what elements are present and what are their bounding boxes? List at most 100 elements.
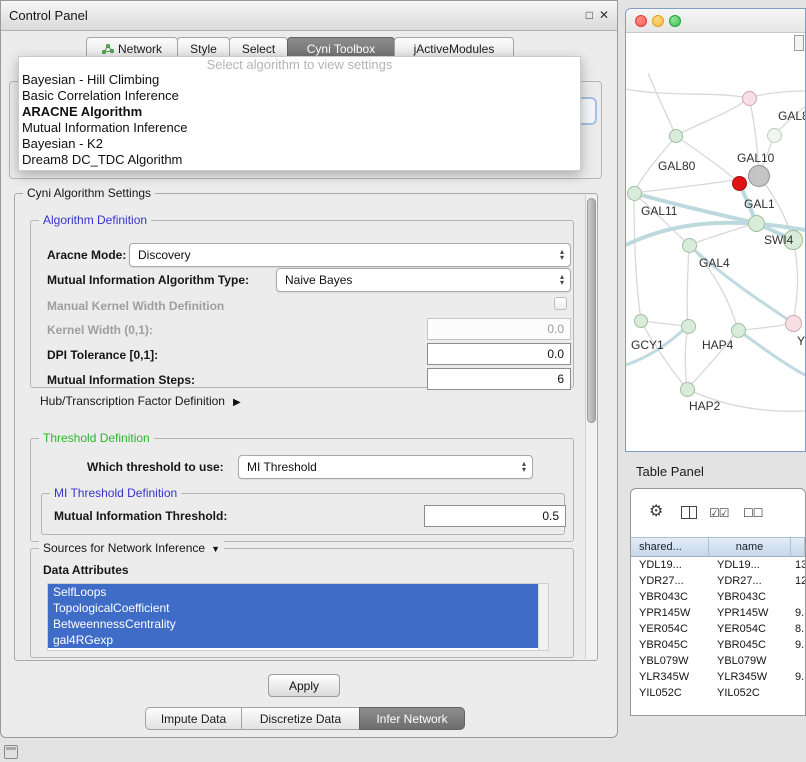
table-row[interactable]: YBL079W YBL079W [631, 653, 805, 669]
table-cell: YBL079W [631, 653, 709, 669]
tab-impute-data[interactable]: Impute Data [145, 707, 242, 730]
dpi-tolerance-input[interactable] [427, 343, 571, 365]
table-row[interactable]: YDL19... YDL19... 13 [631, 557, 805, 573]
network-node-label: GAL4 [699, 256, 730, 270]
tab-discretize-data[interactable]: Discretize Data [241, 707, 360, 730]
dropdown-item[interactable]: Mutual Information Inference [19, 120, 580, 136]
list-item-selected[interactable]: BetweennessCentrality [48, 616, 548, 632]
table-cell: YDR27... [709, 573, 791, 589]
combo-arrows-icon: ▴▾ [516, 461, 532, 473]
tab-label: Network [118, 42, 162, 56]
table-cell: YDL19... [631, 557, 709, 573]
settings-scrollbar[interactable] [585, 195, 597, 659]
table-cell: 8. [791, 621, 805, 637]
table-header-row: shared... name [631, 537, 805, 557]
mac-minimize-button[interactable] [652, 15, 664, 27]
hub-section-toggle[interactable]: Hub/Transcription Factor Definition▶ [40, 394, 241, 410]
table-panel-window: ⚙ ☑☑ ☐☐ shared... name YDL19... YDL19...… [630, 488, 806, 716]
network-node[interactable] [634, 314, 648, 328]
dropdown-item-highlighted[interactable]: ARACNE Algorithm [19, 104, 580, 120]
network-canvas[interactable]: GAL80 GAL10 GAL11 GAL1 SWI4 GAL4 GCY1 HA… [626, 33, 805, 451]
dropdown-item[interactable]: Bayesian - Hill Climbing [19, 72, 580, 88]
expand-right-icon: ▶ [233, 397, 241, 408]
network-node[interactable] [785, 315, 802, 332]
tab-label: Style [190, 42, 217, 56]
close-window-icon[interactable]: ✕ [599, 8, 609, 22]
dropdown-item[interactable]: Dream8 DC_TDC Algorithm [19, 152, 580, 168]
network-node-label: GAL80 [658, 159, 695, 173]
network-node[interactable] [627, 186, 642, 201]
combo-value: MI Threshold [247, 460, 317, 474]
mi-threshold-input[interactable] [424, 505, 566, 527]
network-node[interactable] [767, 128, 782, 143]
mi-steps-input[interactable] [427, 368, 571, 390]
gear-icon[interactable]: ⚙ [649, 501, 663, 521]
table-cell: 9. [791, 669, 805, 685]
network-node[interactable] [682, 238, 697, 253]
network-node[interactable] [731, 323, 746, 338]
table-cell: YBR045C [709, 637, 791, 653]
settings-group-title: Cyni Algorithm Settings [23, 186, 155, 200]
which-threshold-label: Which threshold to use: [87, 460, 224, 474]
data-attributes-label: Data Attributes [43, 563, 129, 577]
list-item-selected[interactable]: gal4RGexp [48, 632, 548, 648]
dropdown-item[interactable]: Basic Correlation Inference [19, 88, 580, 104]
column-header[interactable]: shared... [631, 538, 709, 558]
table-row[interactable]: YBR043C YBR043C [631, 589, 805, 605]
table-cell: YLR345W [709, 669, 791, 685]
combo-value: Discovery [138, 248, 191, 262]
cyni-settings-groupbox: Cyni Algorithm Settings Algorithm Defini… [14, 193, 598, 661]
table-row[interactable]: YBR045C YBR045C 9. [631, 637, 805, 653]
table-row[interactable]: YLR345W YLR345W 9. [631, 669, 805, 685]
apply-button[interactable]: Apply [268, 674, 340, 697]
tab-infer-network[interactable]: Infer Network [359, 707, 465, 730]
table-row[interactable]: YIL052C YIL052C [631, 685, 805, 701]
table-row[interactable]: YPR145W YPR145W 9. [631, 605, 805, 621]
network-node-label: SWI4 [764, 233, 793, 247]
table-row[interactable]: YDR27... YDR27... 12 [631, 573, 805, 589]
list-item-selected[interactable]: SelfLoops [48, 584, 548, 600]
float-window-icon[interactable]: □ [586, 8, 593, 22]
show-columns-icon[interactable] [681, 506, 697, 519]
settings-scrollbar-thumb[interactable] [587, 198, 596, 423]
sources-groupbox: Sources for Network Inference▼ Data Attr… [30, 548, 574, 658]
network-window-titlebar [626, 9, 805, 33]
list-scrollbar[interactable] [538, 584, 548, 650]
network-node-label: HAP2 [689, 399, 720, 413]
network-scrollbar-thumb[interactable] [794, 35, 804, 51]
network-node[interactable] [748, 215, 765, 232]
control-panel-window: Control Panel □ ✕ Network Style Select [0, 0, 618, 738]
network-node[interactable] [681, 319, 696, 334]
which-threshold-select[interactable]: MI Threshold ▴▾ [238, 455, 533, 479]
network-node[interactable] [680, 382, 695, 397]
table-cell: YLR345W [631, 669, 709, 685]
table-row[interactable]: YER054C YER054C 8. [631, 621, 805, 637]
network-node-selected[interactable] [732, 176, 747, 191]
sources-title-toggle[interactable]: Sources for Network Inference▼ [39, 541, 224, 555]
mac-zoom-button[interactable] [669, 15, 681, 27]
deselect-all-columns-icon[interactable]: ☐☐ [743, 506, 763, 520]
network-node-label: GCY1 [631, 338, 664, 352]
mac-close-button[interactable] [635, 15, 647, 27]
network-node[interactable] [748, 165, 770, 187]
dropdown-item[interactable]: Bayesian - K2 [19, 136, 580, 152]
network-node[interactable] [742, 91, 757, 106]
bottom-tabbar: Impute Data Discretize Data Infer Networ… [146, 707, 465, 730]
mi-threshold-title: MI Threshold Definition [50, 486, 181, 500]
expand-down-icon: ▼ [211, 544, 220, 554]
control-panel-title: Control Panel [9, 8, 88, 23]
minimized-panel-icon[interactable] [4, 745, 18, 759]
network-node[interactable] [669, 129, 683, 143]
column-header[interactable] [791, 538, 805, 558]
column-header[interactable]: name [709, 538, 791, 558]
tab-label: Select [242, 42, 275, 56]
network-node-label: GAL1 [744, 197, 775, 211]
list-item-selected[interactable]: TopologicalCoefficient [48, 600, 548, 616]
network-view-window: GAL80 GAL10 GAL11 GAL1 SWI4 GAL4 GCY1 HA… [625, 8, 806, 452]
table-cell: 12 [791, 573, 805, 589]
select-all-columns-icon[interactable]: ☑☑ [709, 506, 729, 520]
mi-type-select[interactable]: Naive Bayes ▴▾ [276, 268, 571, 292]
aracne-mode-select[interactable]: Discovery ▴▾ [129, 243, 571, 267]
table-cell [791, 589, 805, 605]
combo-arrows-icon: ▴▾ [554, 274, 570, 286]
